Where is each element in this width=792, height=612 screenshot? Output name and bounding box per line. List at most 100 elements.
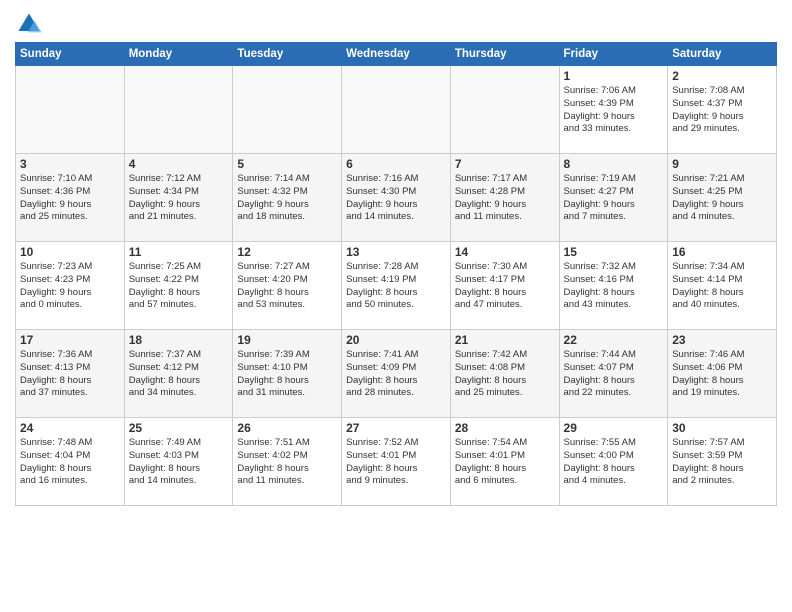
calendar-cell: 30 Sunrise: 7:57 AM Sunset: 3:59 PM Dayli… [668,418,777,506]
week-row-5: 24Sunrise: 7:48 AM Sunset: 4:04 PM Dayli… [16,418,777,506]
calendar-cell [450,66,559,154]
col-header-saturday: Saturday [668,43,777,66]
calendar-cell: 11 Sunrise: 7:25 AM Sunset: 4:22 PM Dayli… [124,242,233,330]
calendar-cell: 15 Sunrise: 7:32 AM Sunset: 4:16 PM Dayli… [559,242,668,330]
day-info: Sunrise: 7:55 AM Sunset: 4:00 PM Dayligh… [564,437,664,488]
calendar-cell: 13Sunrise: 7:28 AM Sunset: 4:19 PM Dayli… [342,242,451,330]
calendar-cell [233,66,342,154]
day-info: Sunrise: 7:17 AM Sunset: 4:28 PM Dayligh… [455,173,555,224]
week-row-3: 10 Sunrise: 7:23 AM Sunset: 4:23 PM Dayli… [16,242,777,330]
header-row: SundayMondayTuesdayWednesdayThursdayFrid… [16,43,777,66]
calendar-cell: 4 Sunrise: 7:12 AM Sunset: 4:34 PM Daylig… [124,154,233,242]
calendar-cell: 22 Sunrise: 7:44 AM Sunset: 4:07 PM Dayli… [559,330,668,418]
day-info: Sunrise: 7:46 AM Sunset: 4:06 PM Dayligh… [672,349,772,400]
calendar-cell: 25 Sunrise: 7:49 AM Sunset: 4:03 PM Dayli… [124,418,233,506]
day-info: Sunrise: 7:21 AM Sunset: 4:25 PM Dayligh… [672,173,772,224]
calendar-cell: 24Sunrise: 7:48 AM Sunset: 4:04 PM Dayli… [16,418,125,506]
day-info: Sunrise: 7:32 AM Sunset: 4:16 PM Dayligh… [564,261,664,312]
calendar-cell: 26Sunrise: 7:51 AM Sunset: 4:02 PM Dayli… [233,418,342,506]
logo-icon [15,10,43,38]
col-header-thursday: Thursday [450,43,559,66]
day-info: Sunrise: 7:54 AM Sunset: 4:01 PM Dayligh… [455,437,555,488]
day-number: 7 [455,157,555,171]
day-number: 26 [237,421,337,435]
day-info: Sunrise: 7:30 AM Sunset: 4:17 PM Dayligh… [455,261,555,312]
day-number: 17 [20,333,120,347]
day-info: Sunrise: 7:57 AM Sunset: 3:59 PM Dayligh… [672,437,772,488]
day-number: 24 [20,421,120,435]
day-info: Sunrise: 7:14 AM Sunset: 4:32 PM Dayligh… [237,173,337,224]
day-number: 19 [237,333,337,347]
day-number: 4 [129,157,229,171]
day-info: Sunrise: 7:25 AM Sunset: 4:22 PM Dayligh… [129,261,229,312]
day-info: Sunrise: 7:49 AM Sunset: 4:03 PM Dayligh… [129,437,229,488]
day-number: 1 [564,69,664,83]
col-header-sunday: Sunday [16,43,125,66]
day-number: 12 [237,245,337,259]
day-number: 11 [129,245,229,259]
calendar-cell: 21Sunrise: 7:42 AM Sunset: 4:08 PM Dayli… [450,330,559,418]
day-number: 14 [455,245,555,259]
calendar-cell: 9 Sunrise: 7:21 AM Sunset: 4:25 PM Daylig… [668,154,777,242]
calendar-cell [16,66,125,154]
day-info: Sunrise: 7:37 AM Sunset: 4:12 PM Dayligh… [129,349,229,400]
calendar-cell [124,66,233,154]
day-number: 22 [564,333,664,347]
calendar-cell: 3 Sunrise: 7:10 AM Sunset: 4:36 PM Daylig… [16,154,125,242]
day-number: 10 [20,245,120,259]
day-number: 28 [455,421,555,435]
day-info: Sunrise: 7:19 AM Sunset: 4:27 PM Dayligh… [564,173,664,224]
day-info: Sunrise: 7:06 AM Sunset: 4:39 PM Dayligh… [564,85,664,136]
day-number: 21 [455,333,555,347]
day-number: 20 [346,333,446,347]
calendar-cell: 18 Sunrise: 7:37 AM Sunset: 4:12 PM Dayli… [124,330,233,418]
col-header-tuesday: Tuesday [233,43,342,66]
day-number: 9 [672,157,772,171]
day-number: 8 [564,157,664,171]
day-number: 23 [672,333,772,347]
week-row-2: 3 Sunrise: 7:10 AM Sunset: 4:36 PM Daylig… [16,154,777,242]
day-info: Sunrise: 7:36 AM Sunset: 4:13 PM Dayligh… [20,349,120,400]
day-number: 30 [672,421,772,435]
day-info: Sunrise: 7:34 AM Sunset: 4:14 PM Dayligh… [672,261,772,312]
day-number: 15 [564,245,664,259]
calendar-cell: 19 Sunrise: 7:39 AM Sunset: 4:10 PM Dayli… [233,330,342,418]
day-info: Sunrise: 7:12 AM Sunset: 4:34 PM Dayligh… [129,173,229,224]
day-info: Sunrise: 7:23 AM Sunset: 4:23 PM Dayligh… [20,261,120,312]
day-number: 27 [346,421,446,435]
col-header-wednesday: Wednesday [342,43,451,66]
calendar-cell: 6Sunrise: 7:16 AM Sunset: 4:30 PM Daylig… [342,154,451,242]
calendar-cell: 20 Sunrise: 7:41 AM Sunset: 4:09 PM Dayli… [342,330,451,418]
day-info: Sunrise: 7:27 AM Sunset: 4:20 PM Dayligh… [237,261,337,312]
calendar-cell: 17 Sunrise: 7:36 AM Sunset: 4:13 PM Dayli… [16,330,125,418]
day-info: Sunrise: 7:10 AM Sunset: 4:36 PM Dayligh… [20,173,120,224]
calendar-cell: 1 Sunrise: 7:06 AM Sunset: 4:39 PM Daylig… [559,66,668,154]
day-number: 16 [672,245,772,259]
day-number: 18 [129,333,229,347]
calendar-cell: 28 Sunrise: 7:54 AM Sunset: 4:01 PM Dayli… [450,418,559,506]
day-info: Sunrise: 7:16 AM Sunset: 4:30 PM Dayligh… [346,173,446,224]
page-container: SundayMondayTuesdayWednesdayThursdayFrid… [0,0,792,511]
calendar-cell: 12 Sunrise: 7:27 AM Sunset: 4:20 PM Dayli… [233,242,342,330]
calendar-cell: 8 Sunrise: 7:19 AM Sunset: 4:27 PM Daylig… [559,154,668,242]
day-number: 5 [237,157,337,171]
calendar-cell: 5 Sunrise: 7:14 AM Sunset: 4:32 PM Daylig… [233,154,342,242]
day-number: 3 [20,157,120,171]
header [15,10,777,38]
calendar-cell: 14 Sunrise: 7:30 AM Sunset: 4:17 PM Dayli… [450,242,559,330]
day-info: Sunrise: 7:39 AM Sunset: 4:10 PM Dayligh… [237,349,337,400]
col-header-friday: Friday [559,43,668,66]
day-number: 2 [672,69,772,83]
day-info: Sunrise: 7:44 AM Sunset: 4:07 PM Dayligh… [564,349,664,400]
day-info: Sunrise: 7:08 AM Sunset: 4:37 PM Dayligh… [672,85,772,136]
day-info: Sunrise: 7:41 AM Sunset: 4:09 PM Dayligh… [346,349,446,400]
day-number: 13 [346,245,446,259]
day-number: 25 [129,421,229,435]
calendar-cell: 29 Sunrise: 7:55 AM Sunset: 4:00 PM Dayli… [559,418,668,506]
calendar-cell: 7 Sunrise: 7:17 AM Sunset: 4:28 PM Daylig… [450,154,559,242]
col-header-monday: Monday [124,43,233,66]
day-info: Sunrise: 7:52 AM Sunset: 4:01 PM Dayligh… [346,437,446,488]
calendar-cell: 2 Sunrise: 7:08 AM Sunset: 4:37 PM Daylig… [668,66,777,154]
calendar-cell: 27 Sunrise: 7:52 AM Sunset: 4:01 PM Dayli… [342,418,451,506]
day-number: 29 [564,421,664,435]
